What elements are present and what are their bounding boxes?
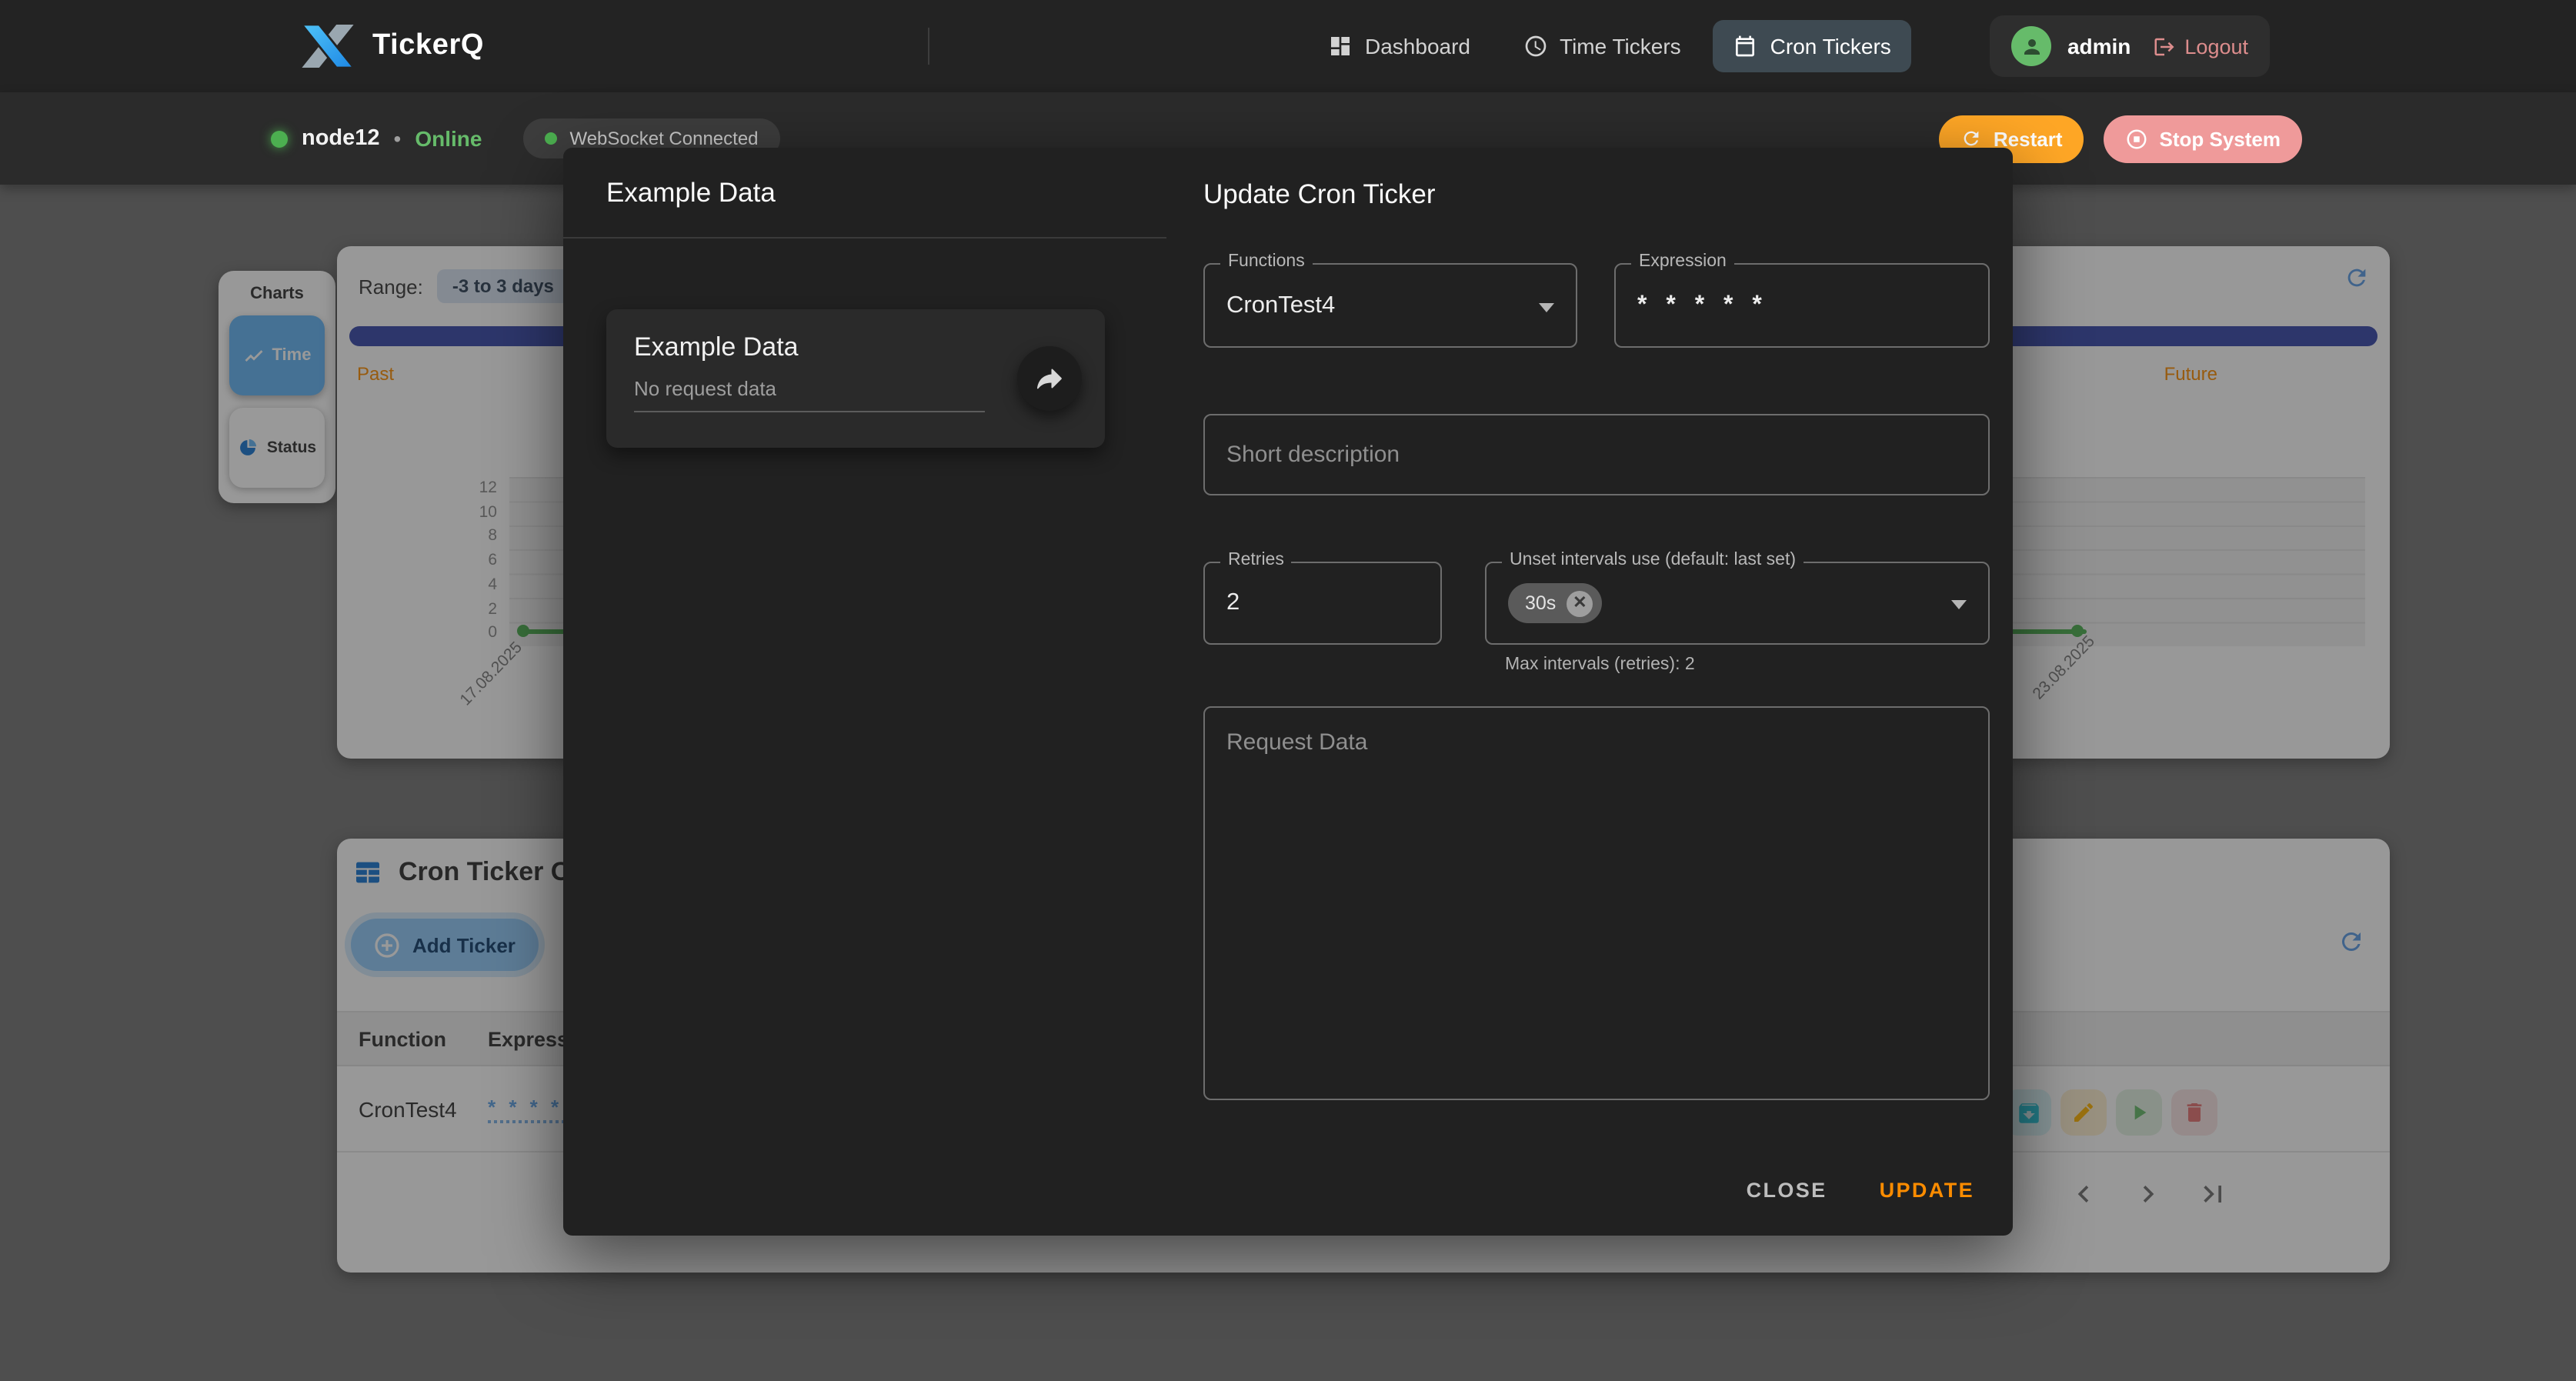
request-data-placeholder: Request Data [1226,729,1367,756]
interval-chip: 30s ✕ [1508,583,1602,623]
stop-system-button[interactable]: Stop System [2104,115,2303,162]
top-navbar: TickerQ Dashboard Time Tickers Cron Tic [0,0,2576,92]
brand: TickerQ [302,0,484,92]
user-name: admin [2067,34,2131,58]
expression-value: * * * * * [1637,292,1768,319]
intervals-helper-text: Max intervals (retries): 2 [1505,655,1990,674]
nav-item-label: Cron Tickers [1770,34,1891,58]
main-nav: Dashboard Time Tickers Cron Tickers [1308,0,1911,92]
interval-chip-label: 30s [1525,592,1556,614]
share-forward-icon [1034,363,1065,394]
example-data-panel: Example Data Example Data No request dat… [563,148,1166,1236]
functions-select[interactable]: Functions CronTest4 [1203,263,1577,348]
example-data-title: Example Data [606,176,776,208]
tickerq-logo-icon [302,25,354,68]
logout-label: Logout [2184,35,2248,58]
chevron-down-icon [1539,302,1554,312]
nav-item-label: Dashboard [1365,34,1470,58]
logout-icon [2152,35,2175,58]
form-title: Update Cron Ticker [1203,178,1436,210]
dialog-actions: CLOSE UPDATE [1731,1166,1990,1214]
intervals-select[interactable]: Unset intervals use (default: last set) … [1485,562,1990,645]
restart-label: Restart [1994,127,2063,150]
form-header: Update Cron Ticker [1203,171,1990,217]
retries-value: 2 [1226,589,1240,617]
close-button[interactable]: CLOSE [1731,1166,1843,1214]
websocket-label: WebSocket Connected [569,128,758,149]
clock-icon [1523,34,1547,58]
user-avatar-icon [2012,26,2052,66]
example-data-header: Example Data [563,148,1166,239]
calendar-icon [1733,34,1758,58]
logout-button[interactable]: Logout [2152,35,2248,58]
expression-input[interactable]: Expression * * * * * [1614,263,1990,348]
app-title: TickerQ [372,29,484,63]
chevron-down-icon [1951,600,1967,609]
nav-item-label: Time Tickers [1560,34,1681,58]
example-card-subtitle: No request data [634,377,985,412]
expression-label: Expression [1631,252,1734,271]
websocket-dot-icon [545,132,557,145]
example-data-card: Example Data No request data [606,309,1105,448]
request-data-textarea[interactable]: Request Data [1203,706,1990,1100]
form-row-2: Short description [1203,414,1990,495]
functions-label: Functions [1220,252,1313,271]
update-cron-ticker-dialog: Example Data Example Data No request dat… [563,148,2013,1236]
restart-icon [1961,128,1983,149]
form-row-3: Retries 2 Unset intervals use (default: … [1203,562,1990,645]
retries-label: Retries [1220,551,1292,569]
nav-item-dashboard[interactable]: Dashboard [1308,20,1490,72]
update-form-panel: Update Cron Ticker Functions CronTest4 E… [1166,148,2013,1236]
stop-circle-icon [2126,127,2149,150]
chip-remove-button[interactable]: ✕ [1567,590,1593,616]
intervals-label: Unset intervals use (default: last set) [1502,551,1804,569]
description-placeholder: Short description [1226,442,1400,468]
description-input[interactable]: Short description [1203,414,1990,495]
node-separator: • [394,126,402,151]
nav-item-cron-tickers[interactable]: Cron Tickers [1713,20,1911,72]
navbar-divider [928,28,929,65]
stop-system-label: Stop System [2160,127,2281,150]
user-menu: admin Logout [1990,15,2270,77]
form-row-4: Request Data [1203,706,1990,1100]
node-name: node12 [302,126,380,151]
nav-item-time-tickers[interactable]: Time Tickers [1503,20,1701,72]
node-online-dot-icon [271,130,288,147]
functions-value: CronTest4 [1226,292,1335,319]
close-icon: ✕ [1573,595,1587,612]
update-button[interactable]: UPDATE [1864,1166,1990,1214]
share-example-button[interactable] [1017,346,1082,411]
retries-input[interactable]: Retries 2 [1203,562,1442,645]
node-online-label: Online [415,126,482,151]
app-window: TickerQ Dashboard Time Tickers Cron Tic [0,0,2576,1381]
dashboard-icon [1328,34,1353,58]
form-row-1: Functions CronTest4 Expression * * * * * [1203,263,1990,348]
example-card-title: Example Data [634,332,1077,363]
